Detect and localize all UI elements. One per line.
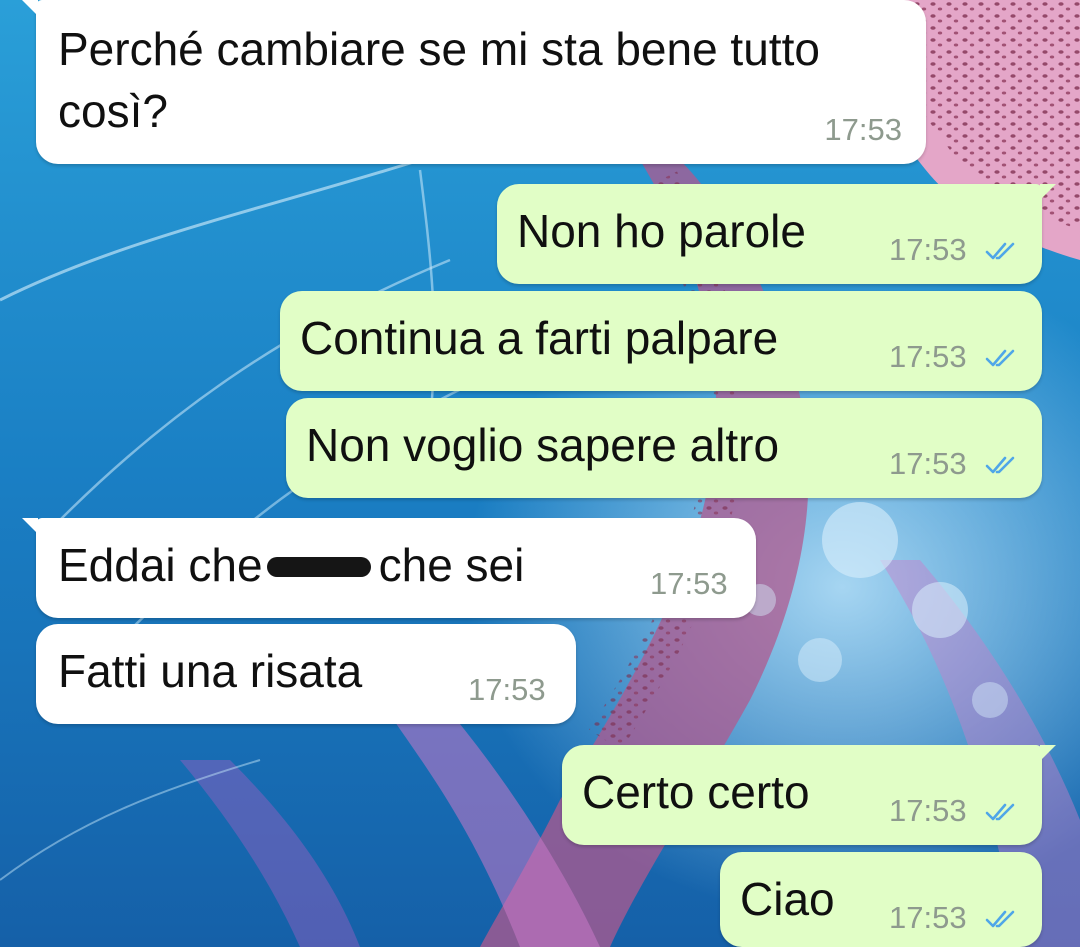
message-timestamp: 17:53	[824, 112, 902, 147]
message-bubble-incoming[interactable]: Fatti una risata 17:53	[36, 624, 576, 724]
message-text: Fatti una risata	[58, 645, 363, 697]
message-bubble-outgoing[interactable]: Non voglio sapere altro 17:53	[286, 398, 1042, 498]
message-text: Certo certo	[582, 766, 810, 818]
message-bubble-outgoing[interactable]: Non ho parole 17:53	[497, 184, 1056, 284]
message-text: Continua a farti palpare	[300, 312, 779, 364]
double-check-icon	[985, 349, 1015, 367]
message-text-before: Eddai che	[58, 539, 263, 591]
message-timestamp: 17:53	[889, 446, 967, 481]
message-bubble-outgoing[interactable]: Continua a farti palpare 17:53	[280, 291, 1042, 391]
double-check-icon	[985, 910, 1015, 928]
message-text: Perché cambiare se mi sta bene tutto cos…	[58, 23, 820, 137]
message-text: Non ho parole	[517, 205, 806, 257]
double-check-icon	[985, 803, 1015, 821]
message-bubble-incoming[interactable]: Perché cambiare se mi sta bene tutto cos…	[22, 0, 926, 164]
message-text: Ciao	[740, 873, 835, 925]
message-bubble-incoming[interactable]: Eddai che che sei 17:53	[22, 518, 756, 618]
message-timestamp: 17:53	[650, 566, 728, 601]
message-timestamp: 17:53	[889, 339, 967, 374]
message-timestamp: 17:53	[468, 672, 546, 707]
message-bubble-outgoing[interactable]: Ciao 17:53	[720, 852, 1042, 947]
message-text: Eddai che che sei	[58, 534, 524, 596]
message-text: Non voglio sapere altro	[306, 419, 780, 471]
message-text-after: che sei	[378, 539, 525, 591]
redaction-scribble	[266, 547, 371, 587]
message-timestamp: 17:53	[889, 232, 967, 267]
message-timestamp: 17:53	[889, 900, 967, 935]
double-check-icon	[985, 242, 1015, 260]
message-timestamp: 17:53	[889, 793, 967, 828]
double-check-icon	[985, 456, 1015, 474]
message-bubble-outgoing[interactable]: Certo certo 17:53	[562, 745, 1056, 845]
